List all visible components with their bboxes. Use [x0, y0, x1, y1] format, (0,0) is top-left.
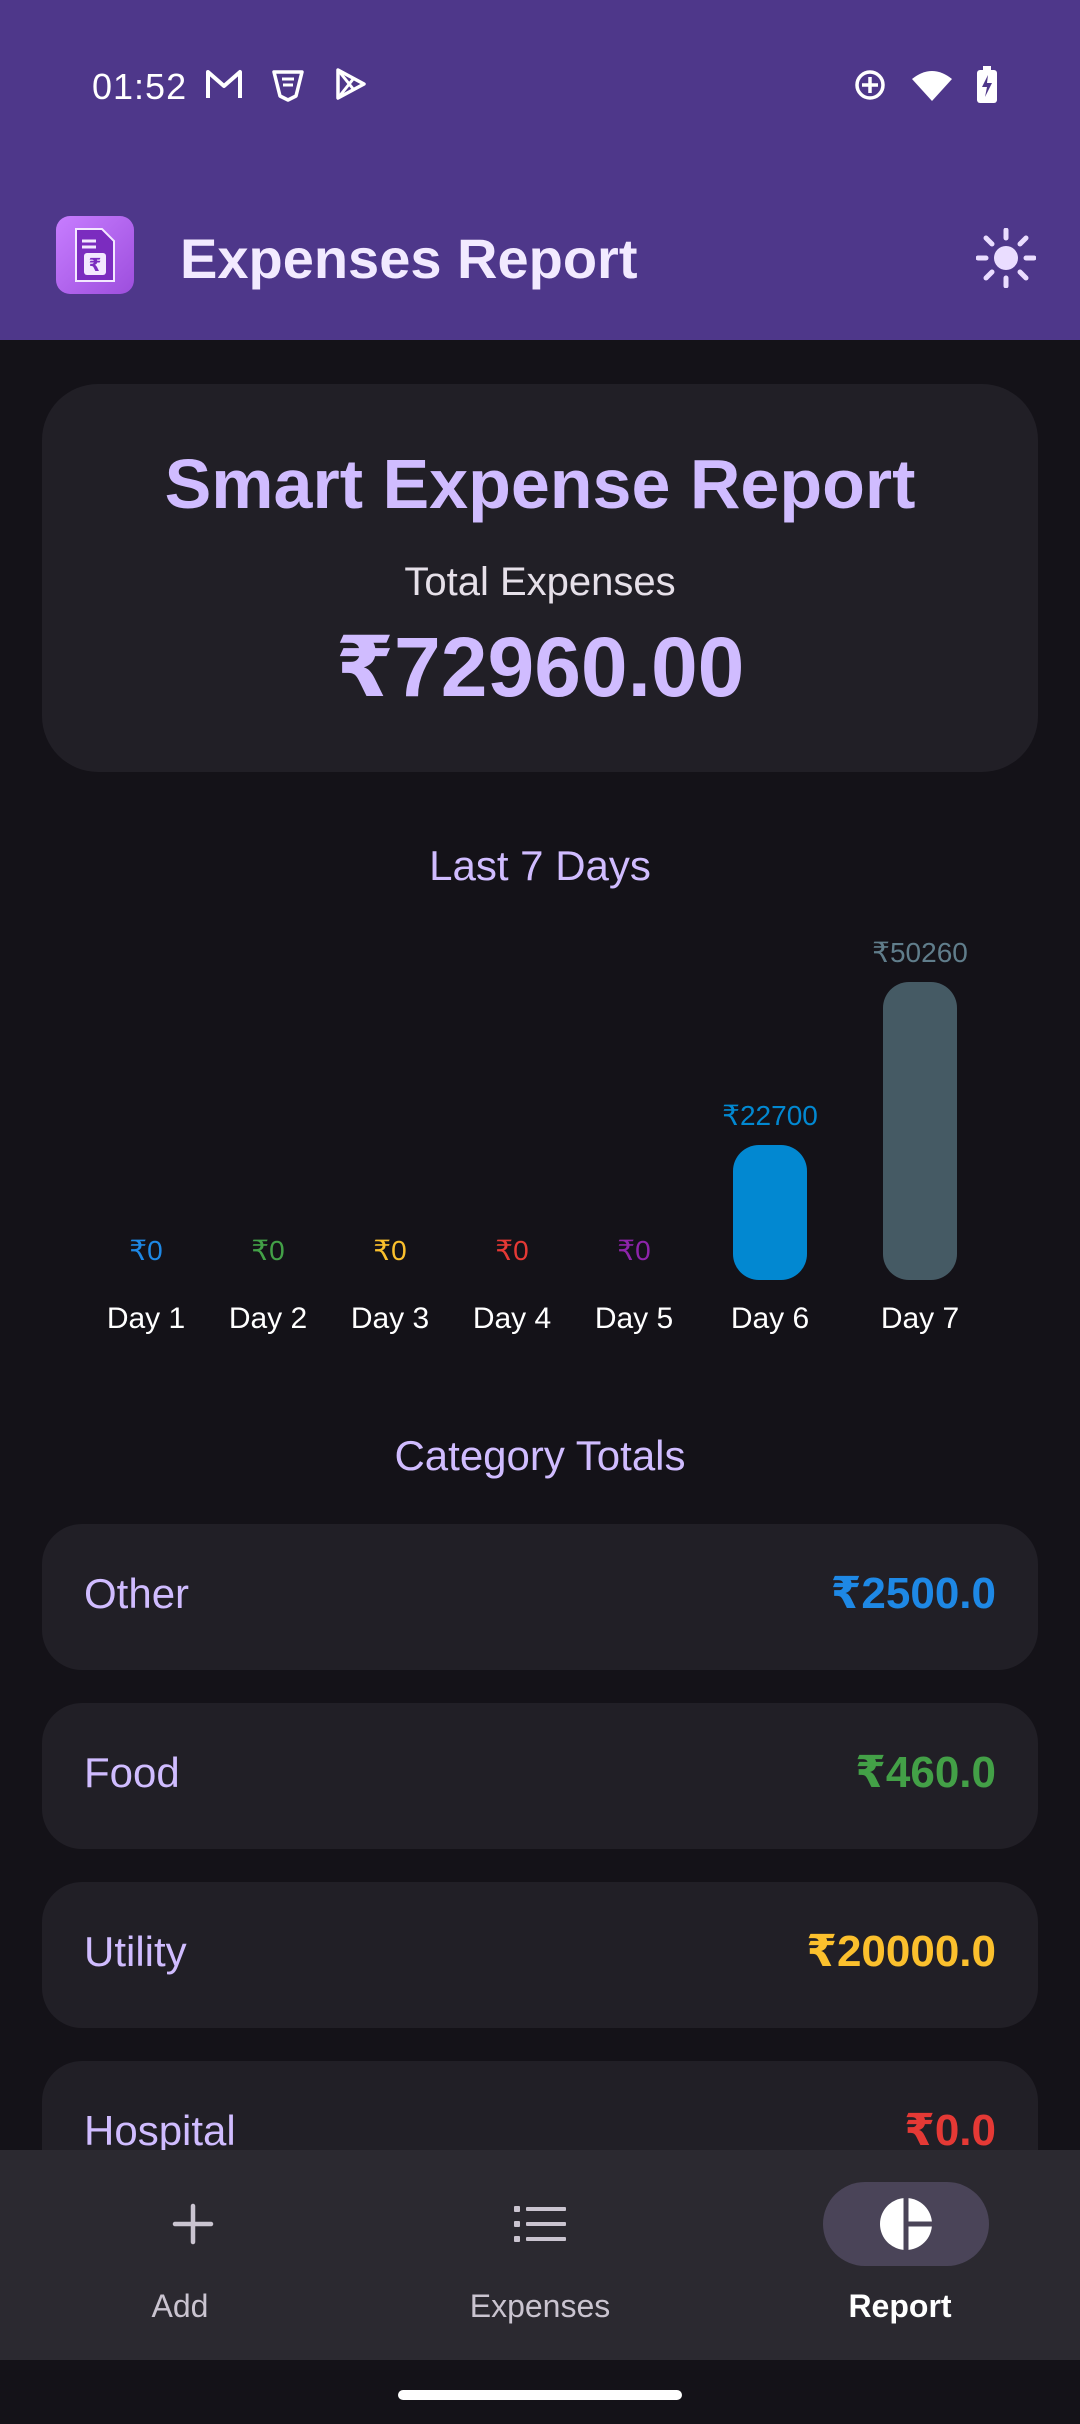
category-amount: ₹2500.0 — [830, 1569, 996, 1618]
play-store-icon — [332, 66, 368, 102]
bottom-navigation: Add Expenses Report — [0, 2150, 1080, 2360]
category-section-title: Category Totals — [394, 1432, 686, 1479]
bar-column: ₹22700 Day 6 — [700, 920, 840, 1340]
category-name: Other — [84, 1570, 190, 1617]
total-expenses-value: ₹72960.00 — [335, 620, 745, 714]
gesture-navigation-area — [0, 2360, 1080, 2424]
list-icon — [514, 2206, 566, 2242]
status-time: 01:52 — [92, 66, 188, 107]
nav-expenses-label: Expenses — [469, 2288, 611, 2324]
nav-report-label: Report — [848, 2288, 952, 2324]
bar-value-label: ₹0 — [617, 1235, 651, 1266]
bar-category-label: Day 2 — [228, 1302, 308, 1335]
summary-card: Smart Expense Report Total Expenses ₹729… — [42, 384, 1038, 772]
receipt-icon: ₹ — [75, 228, 115, 282]
home-gesture-bar[interactable] — [398, 2390, 682, 2400]
category-name: Utility — [84, 1928, 187, 1975]
nav-expenses-pill[interactable] — [457, 2182, 623, 2266]
bar-value-label: ₹50260 — [872, 937, 968, 968]
bar-category-label: Day 6 — [730, 1302, 810, 1335]
plus-icon — [172, 2203, 214, 2245]
bar-category-label: Day 3 — [350, 1302, 430, 1335]
sun-icon — [976, 228, 1036, 288]
bar-column: ₹0 Day 5 — [564, 920, 704, 1340]
app-logo: ₹ — [56, 216, 134, 294]
bar-column: ₹50260 Day 7 — [850, 920, 990, 1340]
bar-category-label: Day 1 — [106, 1302, 186, 1335]
bar-chart: ₹0 Day 1 ₹0 Day 2 ₹0 Day 3 ₹0 Day 4 ₹0 Day 5 ₹2270… — [0, 920, 1080, 1340]
category-card-other[interactable]: Other ₹2500.0 — [42, 1524, 1038, 1670]
chart-section-title: Last 7 Days — [429, 842, 651, 889]
summary-title: Smart Expense Report — [164, 445, 916, 523]
bar-column: ₹0 Day 1 — [76, 920, 216, 1340]
shield-icon — [270, 66, 306, 102]
bar-value-label: ₹0 — [251, 1235, 285, 1266]
category-card-utility[interactable]: Utility ₹20000.0 — [42, 1882, 1038, 2028]
bar-column: ₹0 Day 2 — [198, 920, 338, 1340]
status-bar: 01:52 — [0, 0, 1080, 176]
bar-category-label: Day 7 — [880, 1302, 960, 1335]
pie-chart-icon — [880, 2198, 932, 2250]
theme-toggle-button[interactable] — [974, 226, 1038, 290]
nav-report[interactable]: Report — [720, 2150, 1080, 2360]
nav-expenses[interactable]: Expenses — [360, 2150, 720, 2360]
gmail-icon — [204, 66, 244, 102]
nav-report-pill[interactable] — [823, 2182, 989, 2266]
nav-add-label: Add — [151, 2288, 209, 2324]
nav-add[interactable]: Add — [0, 2150, 360, 2360]
category-amount: ₹460.0 — [855, 1748, 996, 1797]
bar-column: ₹0 Day 4 — [442, 920, 582, 1340]
app-title: Expenses Report — [180, 227, 638, 290]
category-name: Hospital — [84, 2107, 236, 2154]
app-bar: 01:52 ₹ Expenses Report — [0, 0, 1080, 340]
bar-category-label: Day 4 — [472, 1302, 552, 1335]
bar — [883, 982, 957, 1280]
category-amount: ₹20000.0 — [806, 1927, 996, 1976]
category-card-food[interactable]: Food ₹460.0 — [42, 1703, 1038, 1849]
bar-value-label: ₹22700 — [722, 1100, 818, 1132]
bar-value-label: ₹0 — [373, 1235, 407, 1266]
bar-column: ₹0 Day 3 — [320, 920, 460, 1340]
bar — [733, 1145, 807, 1280]
category-name: Food — [84, 1749, 180, 1796]
location-target-icon — [852, 67, 888, 103]
nav-add-pill[interactable] — [110, 2182, 276, 2266]
bar-value-label: ₹0 — [129, 1235, 163, 1266]
category-amount: ₹0.0 — [904, 2106, 996, 2155]
bar-value-label: ₹0 — [495, 1235, 529, 1266]
bar-category-label: Day 5 — [594, 1302, 674, 1335]
total-expenses-label: Total Expenses — [404, 560, 676, 604]
rupee-glyph: ₹ — [89, 255, 102, 276]
wifi-icon — [912, 69, 952, 101]
battery-icon — [976, 66, 998, 104]
